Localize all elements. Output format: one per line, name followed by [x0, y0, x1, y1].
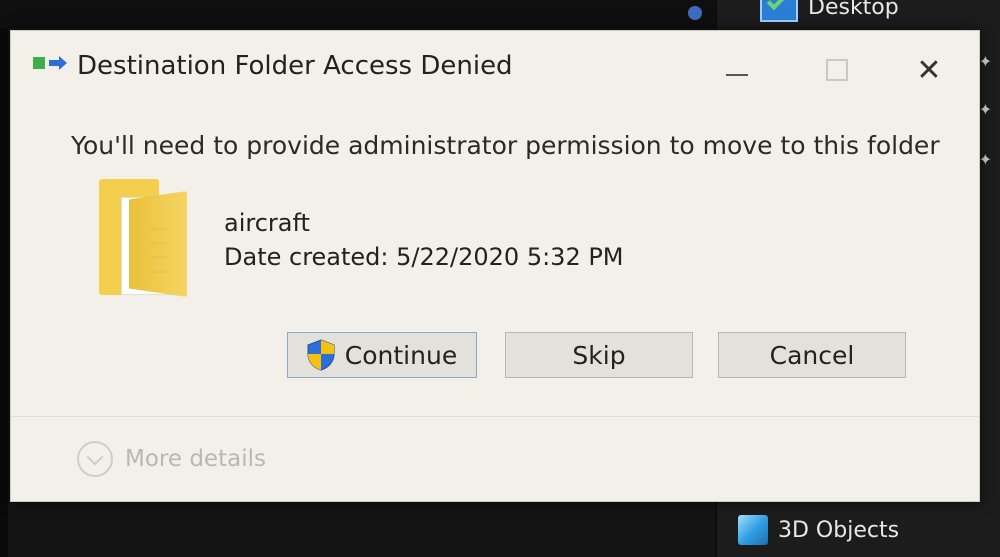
- dialog-message: You'll need to provide administrator per…: [71, 131, 940, 160]
- continue-button[interactable]: Continue: [287, 332, 477, 378]
- nav-item-label: Desktop: [808, 0, 899, 20]
- maximize-button[interactable]: [817, 53, 857, 87]
- move-folder-icon: [33, 56, 67, 71]
- minimize-icon: [726, 74, 748, 76]
- cube-icon: [738, 515, 768, 545]
- nav-item-desktop[interactable]: Desktop: [760, 0, 899, 22]
- nav-item-3d-objects[interactable]: 3D Objects: [738, 515, 899, 545]
- continue-label: Continue: [344, 340, 458, 370]
- access-denied-dialog: Destination Folder Access Denied ✕ You'l…: [10, 30, 980, 502]
- more-details-label: More details: [125, 446, 266, 472]
- footer-divider: [11, 416, 979, 417]
- folder-icon: [99, 179, 191, 297]
- cancel-label: Cancel: [769, 340, 855, 370]
- pin-icon: ✦: [978, 100, 992, 119]
- more-details-toggle[interactable]: More details: [77, 441, 266, 477]
- taskbar-app-icon[interactable]: [688, 6, 702, 20]
- nav-item-label: 3D Objects: [778, 517, 900, 543]
- uac-shield-icon: [307, 339, 335, 371]
- dialog-titlebar[interactable]: Destination Folder Access Denied ✕: [11, 31, 979, 101]
- dialog-title: Destination Folder Access Denied: [77, 51, 513, 81]
- background-edge: [0, 0, 8, 557]
- skip-button[interactable]: Skip: [505, 332, 693, 378]
- chevron-down-icon: [77, 441, 113, 477]
- minimize-button[interactable]: [717, 53, 757, 87]
- close-icon: ✕: [916, 52, 942, 88]
- cancel-button[interactable]: Cancel: [718, 332, 906, 378]
- pin-icon: ✦: [978, 52, 992, 71]
- close-button[interactable]: ✕: [909, 52, 949, 88]
- skip-label: Skip: [572, 340, 626, 370]
- desktop-icon: [760, 0, 798, 22]
- background-taskbar: [0, 0, 715, 28]
- pin-icon: ✦: [978, 150, 992, 169]
- file-date-created: Date created: 5/22/2020 5:32 PM: [224, 243, 624, 271]
- maximize-icon: [826, 59, 848, 81]
- file-name: aircraft: [224, 209, 310, 237]
